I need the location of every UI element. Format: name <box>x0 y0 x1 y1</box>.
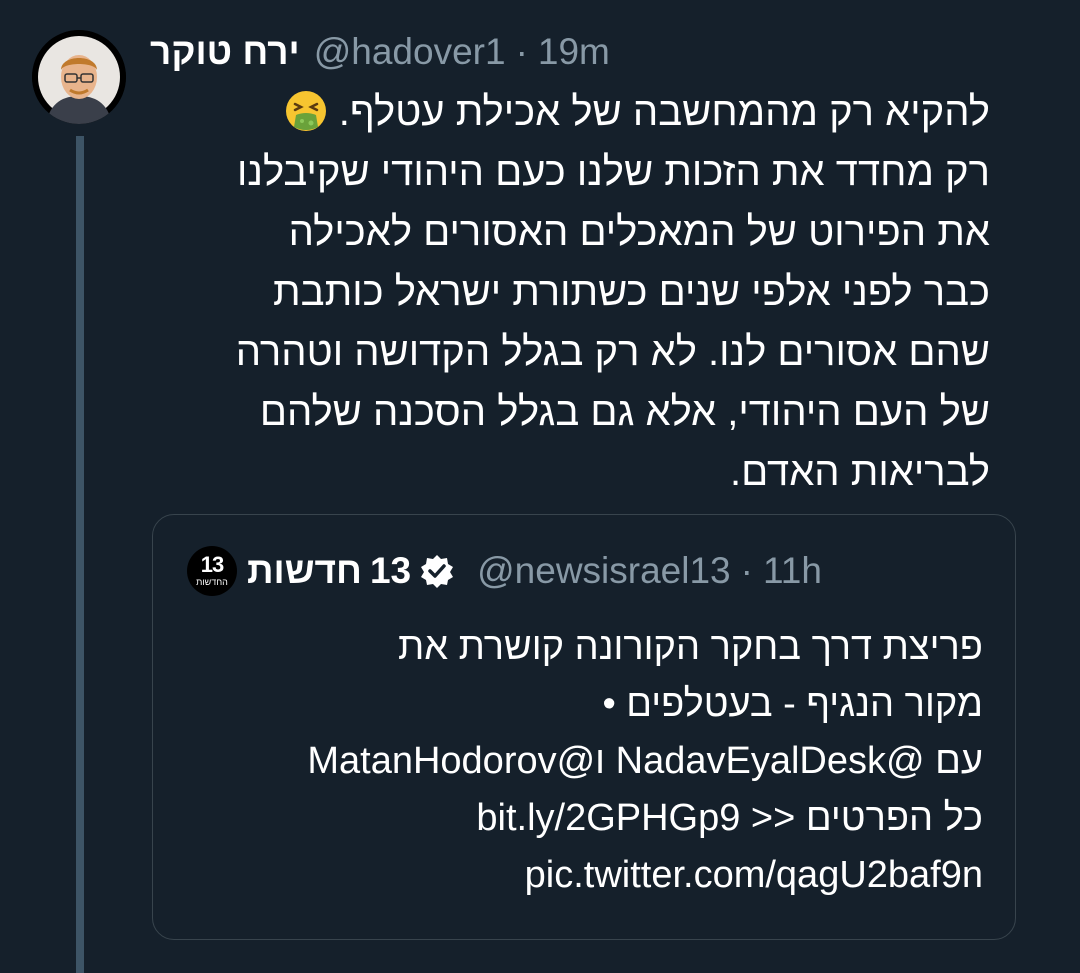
meta-separator: · <box>515 31 528 72</box>
quoted-tweet-card[interactable]: 13 החדשות חדשות 13 @newsisrael13 · 11h פ… <box>152 514 1016 940</box>
quoted-author-handle[interactable]: @newsisrael13 <box>477 550 731 592</box>
quoted-tweet-timestamp[interactable]: 11h <box>763 550 822 592</box>
tweet-timestamp[interactable]: 19m <box>538 31 610 73</box>
quoted-tweet-header: 13 החדשות חדשות 13 @newsisrael13 · 11h <box>187 545 822 597</box>
logo-subtitle: החדשות <box>196 577 228 587</box>
quoted-tweet-meta: @newsisrael13 · 11h <box>477 550 822 592</box>
nauseated-vomiting-face-emoji <box>285 91 326 131</box>
tweet-body: להקיא רק מהמחשבה של אכילת עטלף. רק מחדד … <box>145 82 990 502</box>
logo-number: 13 <box>200 552 224 577</box>
tweet-header: ירח טוקר @hadover1 · 19m <box>150 22 1000 82</box>
news13-logo-avatar[interactable]: 13 החדשות <box>187 546 237 596</box>
quoted-line: מקור הנגיף - בעטלפים • <box>602 683 983 725</box>
tweet-line: את הפירוט של המאכלים האסורים לאכילה <box>288 210 990 254</box>
author-handle[interactable]: @hadover1 <box>314 31 506 73</box>
quoted-tweet-body: פריצת דרך בחקר הקורונה קושרת את מקור הנג… <box>173 619 983 904</box>
quoted-line-pic-link[interactable]: pic.twitter.com/qagU2baf9n <box>173 847 983 904</box>
quoted-line-link[interactable]: כל הפרטים << bit.ly/2GPHGp9 <box>173 790 983 847</box>
meta-separator: · <box>740 550 753 591</box>
tweet-meta: @hadover1 · 19m <box>314 31 610 73</box>
tweet-line: להקיא רק מהמחשבה של אכילת עטלף. <box>145 82 990 142</box>
quoted-author-name-text: חדשות <box>247 550 362 591</box>
tweet-line: של העם היהודי, אלא גם בגלל הסכנה שלהם <box>259 390 990 434</box>
tweet-line: לבריאות האדם. <box>729 450 990 494</box>
tweet-line: שהם אסורים לנו. לא רק בגלל הקדושה וטהרה <box>235 330 990 374</box>
quoted-line-mentions[interactable]: עם @NadavEyalDesk ו@MatanHodorov <box>173 733 983 790</box>
tweet-line: רק מחדד את הזכות שלנו כעם היהודי שקיבלנו <box>236 150 990 194</box>
author-avatar[interactable] <box>32 30 126 124</box>
user-avatar-photo <box>32 30 126 124</box>
tweet-line: כבר לפני אלפי שנים כשתורת ישראל כותבת <box>273 270 990 314</box>
thread-connector-line <box>76 136 84 973</box>
quoted-author-name-number: 13 <box>369 550 412 591</box>
quoted-author-name[interactable]: חדשות 13 <box>247 550 455 592</box>
author-display-name[interactable]: ירח טוקר <box>150 31 300 73</box>
verified-badge-icon <box>421 555 454 588</box>
quoted-line: פריצת דרך בחקר הקורונה קושרת את <box>397 626 983 668</box>
